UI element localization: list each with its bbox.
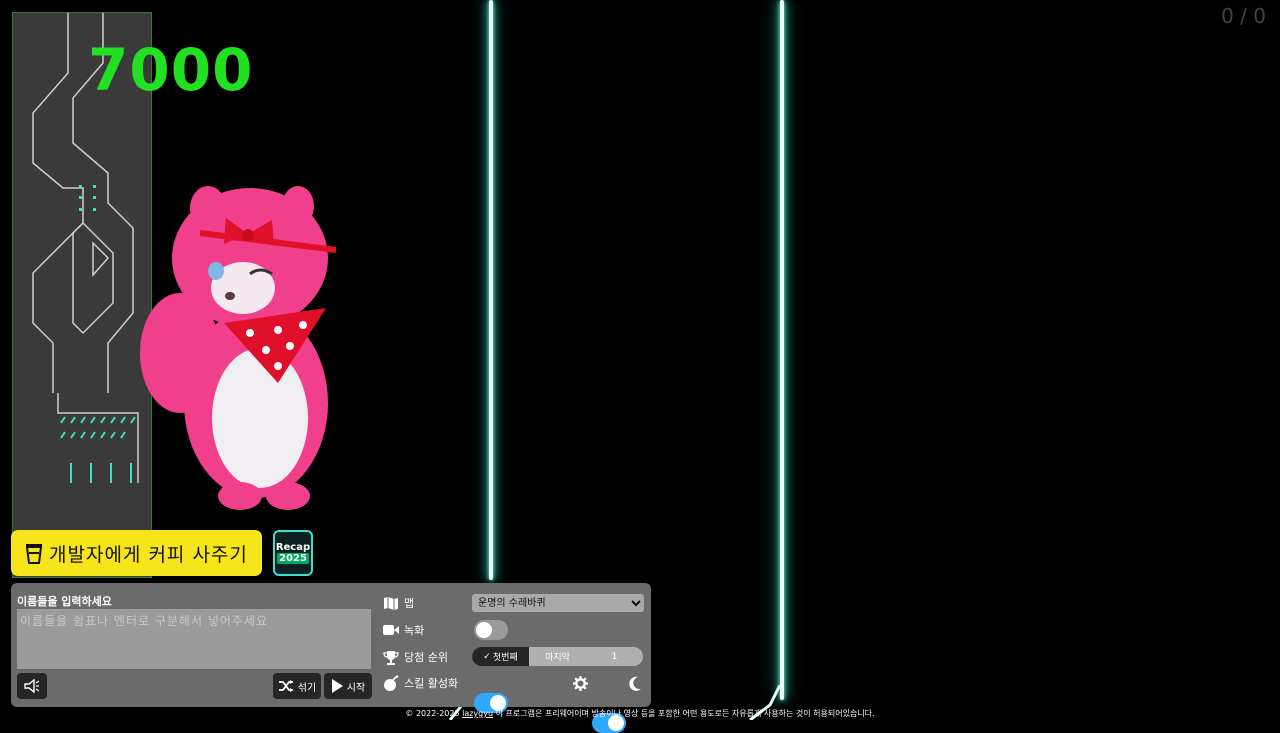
recording-row-label: 녹화 [383, 622, 424, 638]
map-row-label: 맵 [383, 595, 414, 611]
speaker-icon [24, 679, 40, 693]
rank-count-input[interactable]: 1 [586, 647, 643, 666]
shuffle-button[interactable]: 섞기 [273, 673, 321, 699]
video-icon [383, 625, 399, 635]
skill-row-label: 스킬 활성화 [383, 675, 458, 691]
rank-last-label: 마지막 [545, 653, 570, 663]
track-line-left [489, 0, 493, 580]
score-display: 7000 [88, 36, 254, 104]
rank-selector: ✓ 첫번째 마지막 1 [472, 647, 643, 666]
recap-2025-button[interactable]: Recap 2025 [273, 530, 313, 576]
rank-first-label: 첫번째 [492, 653, 518, 663]
footer-author-link[interactable]: lazygyu [462, 709, 493, 718]
start-label: 시작 [346, 682, 366, 694]
footer-copyright: © 2022-2025 lazygyu 이 프로그램은 프리웨어이며 방송이나 … [0, 707, 1280, 720]
rank-row-label: 당첨 순위 [383, 649, 448, 665]
skill-label: 스킬 활성화 [404, 677, 459, 690]
names-input[interactable] [17, 609, 371, 669]
recap-year: 2025 [277, 553, 309, 564]
coffee-icon [25, 544, 43, 564]
play-icon [331, 679, 343, 693]
buy-coffee-button[interactable]: 개발자에게 커피 사주기 [11, 530, 262, 576]
moon-icon [629, 676, 641, 691]
rank-first-option[interactable]: ✓ 첫번째 [472, 647, 529, 666]
shuffle-label: 섞기 [297, 682, 317, 694]
buy-coffee-label: 개발자에게 커피 사주기 [49, 543, 248, 566]
map-icon [384, 597, 398, 610]
rank-label: 당첨 순위 [404, 651, 448, 664]
shuffle-icon [278, 680, 293, 692]
map-select[interactable]: 운명의 수레바퀴 [472, 594, 644, 612]
check-icon: ✓ [483, 651, 491, 662]
footer-notice: 이 프로그램은 프리웨어이며 방송이나 영상 등을 포함한 어떤 용도로든 자유… [493, 709, 875, 718]
rank-last-option[interactable]: 마지막 [529, 647, 586, 666]
trophy-icon [383, 650, 399, 665]
pink-raccoon-mascot [140, 186, 337, 510]
speaker-button[interactable] [17, 673, 47, 699]
track-line-right [780, 0, 784, 700]
recording-toggle[interactable] [474, 620, 508, 640]
map-label: 맵 [404, 597, 415, 610]
footer-prefix: © 2022-2025 [405, 709, 463, 718]
start-button[interactable]: 시작 [324, 673, 372, 699]
gear-icon [573, 676, 588, 691]
names-title: 이름들을 입력하세요 [17, 595, 112, 608]
bomb-icon [384, 675, 399, 691]
recording-label: 녹화 [404, 624, 425, 637]
marble-counter: 0 / 0 [1221, 4, 1266, 28]
recap-label: Recap [275, 542, 311, 553]
control-panel: 이름들을 입력하세요 섞기 시작 맵 운명의 수레바퀴 [11, 583, 651, 733]
